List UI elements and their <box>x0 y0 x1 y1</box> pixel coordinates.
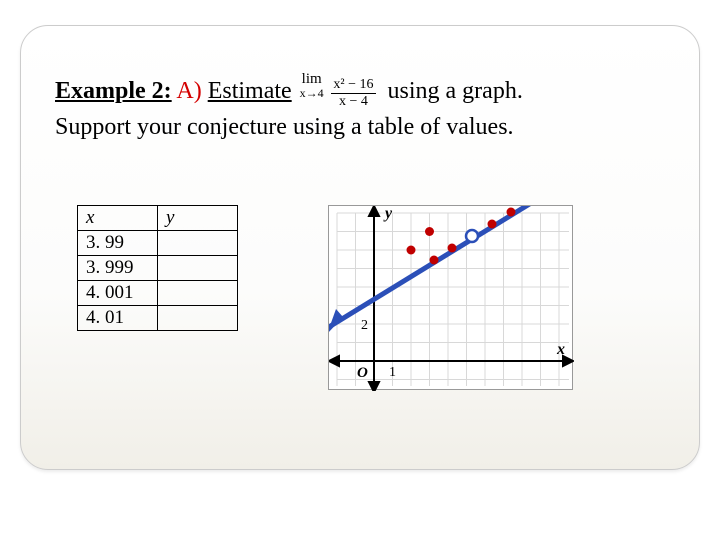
y-axis-label: y <box>383 206 393 222</box>
content-row: x y 3. 99 3. 999 4. 001 4. 01 <box>55 205 665 390</box>
limit-numerator: x² − 16 <box>331 78 375 94</box>
graph-panel: y x O 1 2 <box>328 205 573 390</box>
x-axis-label: x <box>556 341 565 358</box>
plot-line <box>329 206 549 334</box>
prompt-after-limit: using a graph. <box>388 78 523 104</box>
table-row: 4. 01 <box>78 305 238 330</box>
table-row: 3. 99 <box>78 230 238 255</box>
cell-x: 3. 99 <box>78 230 158 255</box>
cell-y <box>158 230 238 255</box>
cell-x: 4. 001 <box>78 280 158 305</box>
hole-point <box>466 230 478 242</box>
part-label: A) <box>176 78 201 104</box>
limit-expression: lim x→4 x² − 16 x − 4 <box>300 72 376 109</box>
values-table: x y 3. 99 3. 999 4. 001 4. 01 <box>77 205 238 331</box>
y-tick-2: 2 <box>361 318 368 333</box>
col-header-x: x <box>78 205 158 230</box>
limit-sub: x→4 <box>300 87 324 99</box>
prompt-line2: Support your conjecture using a table of… <box>55 114 514 140</box>
x-tick-1: 1 <box>389 365 396 380</box>
question-prompt: Example 2: A) Estimate lim x→4 x² − 16 x… <box>55 74 665 145</box>
graph-svg: y x O 1 2 <box>329 206 574 391</box>
cell-x: 3. 999 <box>78 255 158 280</box>
cell-x: 4. 01 <box>78 305 158 330</box>
origin-label: O <box>357 365 368 381</box>
table-row: 4. 001 <box>78 280 238 305</box>
cell-y <box>158 305 238 330</box>
limit-lim: lim <box>300 72 324 87</box>
table-header-row: x y <box>78 205 238 230</box>
cell-y <box>158 255 238 280</box>
table-row: 3. 999 <box>78 255 238 280</box>
cell-y <box>158 280 238 305</box>
prompt-verb: Estimate <box>208 78 292 104</box>
limit-denominator: x − 4 <box>331 94 375 109</box>
slide-card: Example 2: A) Estimate lim x→4 x² − 16 x… <box>20 25 700 470</box>
example-label: Example 2: <box>55 78 172 104</box>
col-header-y: y <box>158 205 238 230</box>
